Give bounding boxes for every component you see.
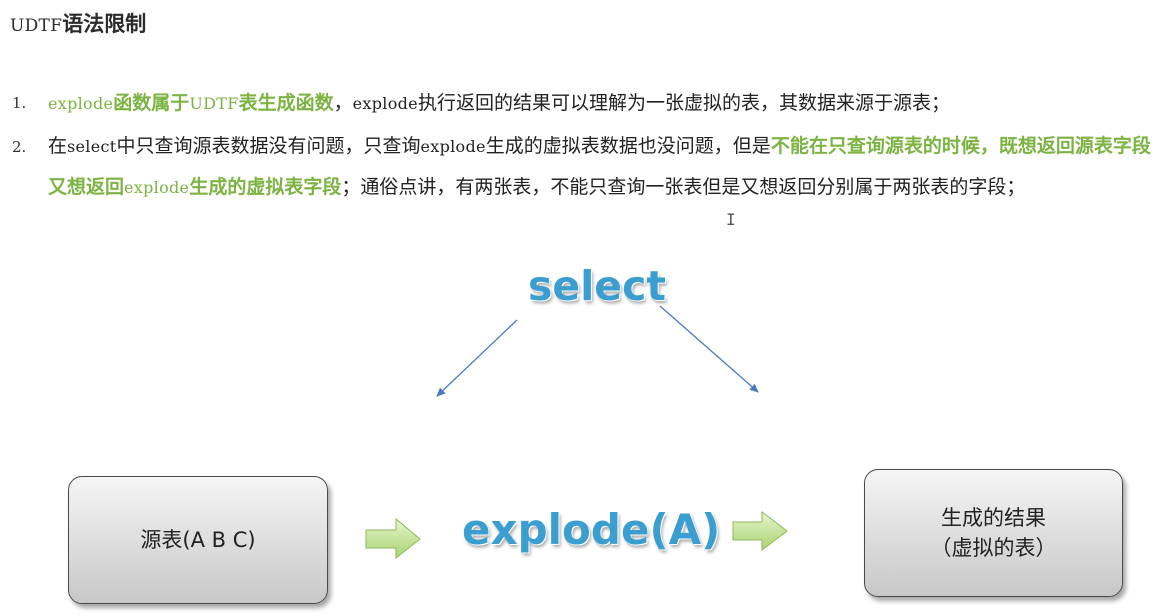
block-arrow-1 [365,517,421,560]
explode-label: explode(A) [462,505,721,554]
result-line-2: （虚拟的表） [930,536,1057,560]
source-table-box: 源表(A B C) [68,476,328,604]
source-table-label: 源表(A B C) [140,528,256,552]
result-table-box: 生成的结果 （虚拟的表） [864,469,1123,597]
result-line-1: 生成的结果 [941,506,1046,530]
result-label: 生成的结果 （虚拟的表） [931,503,1057,563]
block-arrow-2 [732,510,788,552]
arrow-left-line [436,319,518,397]
arrow-right-line [659,305,759,393]
